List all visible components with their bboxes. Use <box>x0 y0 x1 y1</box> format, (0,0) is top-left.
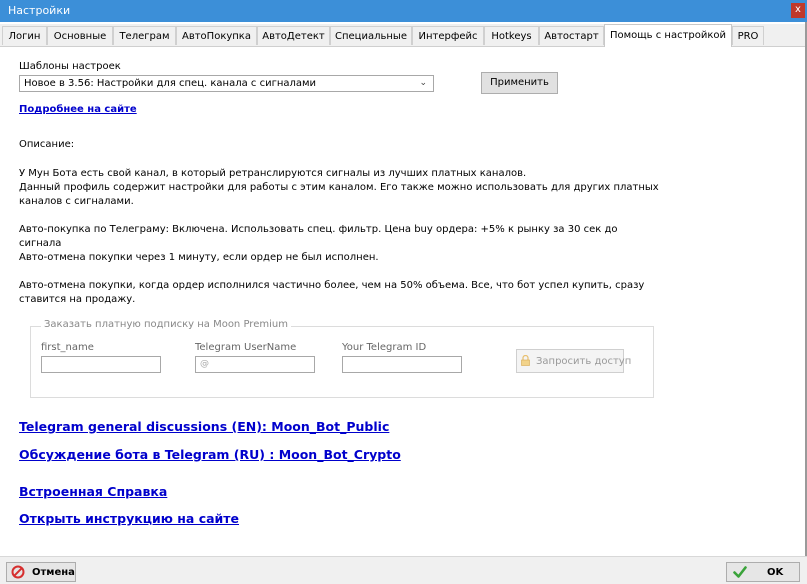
cancel-icon <box>11 565 25 579</box>
premium-legend: Заказать платную подписку на Moon Premiu… <box>41 319 291 330</box>
tab-interface[interactable]: Интерфейс <box>412 26 484 45</box>
templates-select[interactable]: Новое в 3.56: Настройки для спец. канала… <box>19 75 434 92</box>
title-bar: Настройки x <box>0 0 807 22</box>
tab-special[interactable]: Специальные <box>330 26 412 45</box>
telegram-en-discussion-link[interactable]: Telegram general discussions (EN): Moon_… <box>19 419 389 434</box>
lock-icon <box>521 355 530 366</box>
telegram-username-field[interactable]: @ <box>195 356 315 373</box>
telegram-id-field[interactable] <box>342 356 462 373</box>
builtin-help-link[interactable]: Встроенная Справка <box>19 484 167 499</box>
more-on-site-link[interactable]: Подробнее на сайте <box>19 104 137 115</box>
cancel-button[interactable]: Отмена <box>6 562 76 582</box>
ok-button[interactable]: OK <box>726 562 800 582</box>
tab-autodetect[interactable]: АвтоДетект <box>257 26 330 45</box>
tab-pro[interactable]: PRO <box>732 26 764 45</box>
description-p4: Авто-отмена покупки, когда ордер исполни… <box>19 280 645 305</box>
tab-general[interactable]: Основные <box>47 26 113 45</box>
tab-autostart[interactable]: Автостарт <box>539 26 604 45</box>
tab-bar: Логин Основные Телеграм АвтоПокупка Авто… <box>0 24 807 47</box>
window-title: Настройки <box>8 4 71 17</box>
description-p2: Авто-покупка по Телеграму: Включена. Исп… <box>19 224 618 249</box>
close-button[interactable]: x <box>791 3 805 18</box>
tab-telegram[interactable]: Телеграм <box>113 26 176 45</box>
apply-button[interactable]: Применить <box>481 72 558 94</box>
telegram-ru-discussion-link[interactable]: Обсуждение бота в Telegram (RU) : Moon_B… <box>19 447 401 462</box>
request-access-label: Запросить доступ <box>536 356 632 367</box>
description-heading: Описание: <box>19 139 75 150</box>
open-instructions-link[interactable]: Открыть инструкцию на сайте <box>19 511 239 526</box>
premium-subscription-group: Заказать платную подписку на Moon Premiu… <box>30 319 654 398</box>
templates-selected-value: Новое в 3.56: Настройки для спец. канала… <box>24 78 317 89</box>
description-p3: Авто-отмена покупки через 1 минуту, если… <box>19 252 379 263</box>
tab-autobuy[interactable]: АвтоПокупка <box>176 26 257 45</box>
templates-label: Шаблоны настроек <box>19 61 121 72</box>
first-name-label: first_name <box>41 342 94 353</box>
tab-login[interactable]: Логин <box>2 26 47 45</box>
telegram-username-label: Telegram UserName <box>195 342 297 353</box>
chevron-down-icon: ⌄ <box>419 78 427 88</box>
description-p1-line1: У Мун Бота есть свой канал, в который ре… <box>19 168 527 179</box>
telegram-id-label: Your Telegram ID <box>342 342 427 353</box>
checkmark-icon <box>733 566 747 578</box>
first-name-field[interactable] <box>41 356 161 373</box>
tab-setup-help[interactable]: Помощь с настройкой <box>604 24 732 47</box>
description-p1-line2: Данный профиль содержит настройки для ра… <box>19 182 659 207</box>
cancel-label: Отмена <box>32 567 75 578</box>
footer-bar: Отмена OK <box>0 556 807 584</box>
ok-label: OK <box>767 567 784 578</box>
request-access-button[interactable]: Запросить доступ <box>516 349 631 373</box>
tab-hotkeys[interactable]: Hotkeys <box>484 26 539 45</box>
